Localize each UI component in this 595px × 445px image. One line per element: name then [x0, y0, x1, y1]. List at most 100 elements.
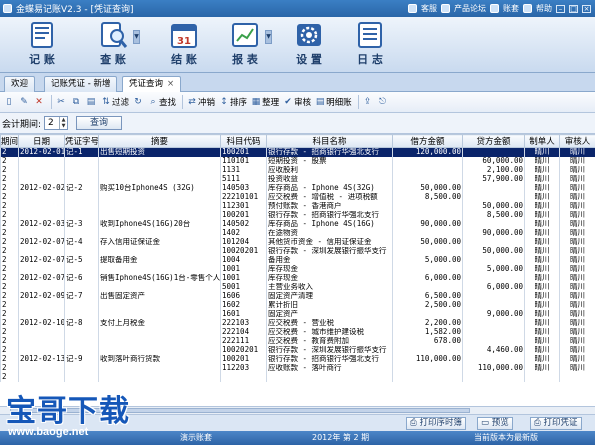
table-row[interactable]: 2 1602 累计折旧 2,500.00 晴川 晴川	[0, 300, 595, 310]
table-row[interactable]: 2 10020201 银行存款 - 深圳发展银行振华支行 50,000.00 晴川 晴川	[0, 246, 595, 256]
customer-service-link[interactable]: 客服	[421, 3, 437, 14]
table-cell: 90,000.00	[392, 219, 463, 229]
filter-button[interactable]: ⇅ 过滤	[100, 94, 129, 111]
forum-link[interactable]: 产品论坛	[454, 3, 486, 14]
minimize-button[interactable]: –	[556, 4, 565, 13]
table-row[interactable]: 2 2012-02-01 记-1 出售短期投资 100201 银行存款 - 招商银行华强北…	[0, 147, 595, 157]
horizontal-scrollbar[interactable]	[0, 406, 595, 414]
forum-icon[interactable]	[441, 4, 450, 13]
table-row[interactable]: 2 2012-02-02 记-2 购买10台Iphone4S (32G) 140503 库…	[0, 183, 595, 193]
bottom-bar: ⎙ 打印序时簿 ▭ 预览 ⎙ 打印凭证	[0, 414, 595, 431]
column-header[interactable]: 日期	[18, 134, 65, 148]
refresh-button[interactable]: ↻	[132, 94, 144, 111]
table-cell	[18, 336, 65, 346]
ribbon-report-button[interactable]: 报 表 ▼	[215, 21, 275, 67]
detail-ledger-button[interactable]: ▤ 明细账	[314, 94, 352, 111]
edit-button[interactable]: ✎	[18, 94, 30, 111]
ribbon-closing-button[interactable]: 31 结 账	[154, 21, 214, 67]
table-row[interactable]: 2 22210101 应交税费 - 增值税 - 进项税额 8,500.00 晴川 晴川	[0, 192, 595, 202]
table-row[interactable]: 2 1001 库存现金 5,000.00 晴川 晴川	[0, 264, 595, 274]
column-header[interactable]: 审核人	[559, 134, 595, 148]
table-row[interactable]: 2 222111 应交税费 - 教育费附加 678.00 晴川 晴川	[0, 336, 595, 346]
table-cell: 6,500.00	[392, 291, 463, 301]
help-link[interactable]: 帮助	[536, 3, 552, 14]
table-cell	[18, 192, 65, 202]
account-set-icon[interactable]	[490, 4, 499, 13]
paste-button[interactable]: ▤	[85, 94, 97, 111]
table-row[interactable]: 2 2012-02-09 记-7 出售固定资产 1606 固定资产清理 6,500.00 晴川…	[0, 291, 595, 301]
customer-service-icon[interactable]	[408, 4, 417, 13]
table-row[interactable]: 2 112203 应收账款 - 落叶商行 110,000.00 晴川 晴川	[0, 363, 595, 373]
maximize-button[interactable]: □	[569, 4, 578, 13]
spinner-icon[interactable]: ▲ ▼	[59, 117, 67, 129]
table-row[interactable]: 2 1131 应收股利 2,100.00 晴川 晴川	[0, 165, 595, 175]
delete-button[interactable]: ✕	[33, 94, 45, 111]
table-cell: 晴川	[559, 354, 595, 364]
table-row[interactable]: 2 5111 投资收益 57,900.00 晴川 晴川	[0, 174, 595, 184]
table-row[interactable]: 2 2012-02-10 记-8 支付上月税金 222103 应交税费 - 营业税 2,20…	[0, 318, 595, 328]
table-row[interactable]: 2 100201 银行存款 - 招商银行华强北支行 8,500.00 晴川 晴川	[0, 210, 595, 220]
table-cell: 晴川	[524, 183, 560, 193]
table-row[interactable]: 2 1601 固定资产 9,000.00 晴川 晴川	[0, 309, 595, 319]
table-row[interactable]: 2 112301 预付账款 - 香港商户 50,000.00 晴川 晴川	[0, 201, 595, 211]
table-row[interactable]: 2 2012-02-03 记-3 收到Iphone4S(16G)20台 140502 库存…	[0, 219, 595, 229]
table-row[interactable]: 2 2012-02-07 记-4 存入信用证保证金 101204 其他货币资金 - 信用证…	[0, 237, 595, 247]
column-header[interactable]: 借方金额	[392, 134, 463, 148]
tab-welcome[interactable]: 欢迎	[4, 76, 36, 92]
export-button[interactable]: ⇪	[362, 94, 374, 111]
organize-button[interactable]: ▦ 整理	[250, 94, 279, 111]
table-row[interactable]: 2 222104 应交税费 - 城市维护建设税 1,582.00 晴川 晴川	[0, 327, 595, 337]
print-voucher-button[interactable]: ⎙ 打印凭证	[530, 417, 582, 430]
print-journal-button[interactable]: ⎙ 打印序时簿	[406, 417, 467, 430]
table-cell: 晴川	[524, 156, 560, 166]
copy-button[interactable]: ⧉	[70, 94, 82, 111]
close-icon[interactable]: ×	[167, 79, 174, 89]
exit-button[interactable]: ⎋	[377, 94, 389, 111]
table-cell	[18, 327, 65, 337]
table-row[interactable]: 2 2012-02-07 记-6 销售Iphone4S(16G)1台-零售个人 1001…	[0, 273, 595, 283]
table-row[interactable]: 2 2012-02-07 记-5 提取备用金 1004 备用金 5,000.00 晴川 晴川	[0, 255, 595, 265]
table-cell: 2	[0, 255, 19, 265]
tab-voucher-new[interactable]: 记账凭证 - 新增	[44, 76, 118, 92]
close-button[interactable]: ×	[582, 4, 591, 13]
table-cell: 140503	[220, 183, 267, 193]
table-row[interactable]: 2 1402 在途物资 90,000.00 晴川 晴川	[0, 228, 595, 238]
new-button[interactable]: ▯	[3, 94, 15, 111]
table-cell: 晴川	[524, 237, 560, 247]
chevron-down-icon[interactable]: ▼	[265, 30, 272, 44]
table-row[interactable]: 2	[0, 372, 595, 382]
tab-voucher-query[interactable]: 凭证查询 ×	[122, 76, 182, 93]
preview-button[interactable]: ▭ 预览	[477, 417, 513, 430]
find-button[interactable]: ⌕ 查找	[147, 94, 176, 111]
ribbon-bookkeeping-button[interactable]: 记 账	[12, 21, 72, 67]
scroll-thumb[interactable]	[10, 408, 470, 413]
column-header[interactable]: 摘要	[98, 134, 221, 148]
table-row[interactable]: 2 2012-02-13 记-9 收到落叶商行货款 100201 银行存款 - 招商银行华…	[0, 354, 595, 364]
help-icon[interactable]	[523, 4, 532, 13]
audit-button[interactable]: ✔ 审核	[282, 94, 311, 111]
sort-button[interactable]: ↕ 排序	[218, 94, 247, 111]
table-cell	[392, 174, 463, 184]
table-row[interactable]: 2 10020201 银行存款 - 深圳发展银行振华支行 4,460.00 晴川 晴川	[0, 345, 595, 355]
table-cell: 记-5	[64, 255, 99, 265]
ribbon-log-button[interactable]: 日 志	[340, 21, 400, 67]
column-header[interactable]: 期间	[0, 134, 19, 148]
column-header[interactable]: 科目名称	[266, 134, 393, 148]
column-header[interactable]: 凭证字号	[64, 134, 99, 148]
table-row[interactable]: 2 110101 短期投资 - 股票 60,000.00 晴川 晴川	[0, 156, 595, 166]
table-cell: 晴川	[559, 201, 595, 211]
period-label: 会计期间:	[2, 119, 42, 130]
ribbon-query-button[interactable]: 查 账 ▼	[83, 21, 143, 67]
period-select[interactable]: 2 ▲ ▼	[44, 116, 69, 130]
column-header[interactable]: 贷方金额	[462, 134, 525, 148]
query-button[interactable]: 查询	[76, 116, 123, 130]
column-header[interactable]: 科目代码	[220, 134, 267, 148]
chevron-down-icon[interactable]: ▼	[133, 30, 140, 44]
table-row[interactable]: 2 5001 主营业务收入 6,000.00 晴川 晴川	[0, 282, 595, 292]
reverse-button[interactable]: ⇄ 冲销	[186, 94, 215, 111]
column-header[interactable]: 制单人	[524, 134, 560, 148]
cut-button[interactable]: ✂	[55, 94, 67, 111]
status-account: 演示账套	[180, 433, 212, 442]
account-set-link[interactable]: 账套	[503, 3, 519, 14]
ribbon-settings-button[interactable]: 设 置	[279, 21, 339, 67]
